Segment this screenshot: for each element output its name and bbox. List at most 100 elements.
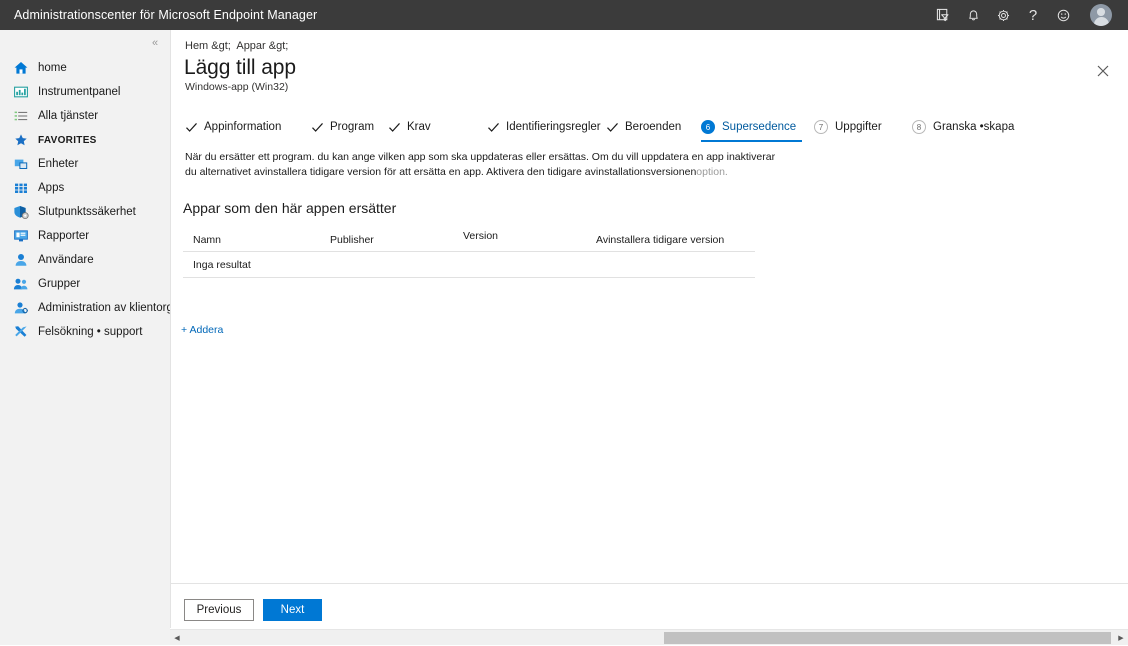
supersedence-description: När du ersätter ett program. du kan ange…	[185, 150, 785, 180]
sidebar-item-rapporter[interactable]: Rapporter	[0, 224, 170, 248]
tab-label: Appinformation	[204, 121, 281, 133]
add-app-blade: Hem &gt; Appar &gt; Lägg till app Window…	[170, 30, 1128, 628]
tab-step-badge: 6	[701, 120, 715, 134]
sidebar-item-label: home	[38, 62, 67, 74]
tab-label: Granska •skapa	[933, 121, 1014, 133]
wizard-tablist: Appinformation Program Krav Identifierin…	[185, 112, 1115, 142]
sidebar: « home Instrumentpanel	[0, 30, 170, 645]
sidebar-item-enheter[interactable]: Enheter	[0, 152, 170, 176]
add-app-link[interactable]: + Addera	[181, 324, 223, 336]
tab-krav[interactable]: Krav	[388, 112, 447, 142]
apps-grid-icon	[12, 180, 29, 197]
horizontal-scrollbar[interactable]: ◀ ▶	[170, 629, 1128, 645]
scroll-left-arrow-icon[interactable]: ◀	[170, 630, 184, 646]
page-subtitle: Windows-app (Win32)	[185, 81, 288, 93]
feedback-smiley-icon[interactable]	[1048, 0, 1078, 30]
sidebar-item-felsokning-support[interactable]: Felsökning • support	[0, 320, 170, 344]
tab-program[interactable]: Program	[311, 112, 389, 142]
sidebar-item-grupper[interactable]: Grupper	[0, 272, 170, 296]
column-header-publisher[interactable]: Publisher	[330, 234, 374, 246]
sidebar-item-label: Alla tjänster	[38, 110, 98, 122]
tab-identifieringsregler[interactable]: Identifieringsregler	[487, 112, 611, 142]
cloud-shell-icon[interactable]	[928, 0, 958, 30]
sidebar-item-tenant-administration[interactable]: Administration av klientorganisation	[0, 296, 170, 320]
close-icon[interactable]	[1092, 60, 1114, 82]
user-avatar[interactable]	[1078, 0, 1124, 30]
tab-beroenden[interactable]: Beroenden	[606, 112, 694, 142]
notifications-bell-icon[interactable]	[958, 0, 988, 30]
sidebar-item-apps[interactable]: Apps	[0, 176, 170, 200]
sidebar-item-label: FAVORITES	[38, 135, 97, 146]
check-icon	[388, 121, 401, 134]
sidebar-item-label: Användare	[38, 254, 94, 266]
check-icon	[487, 121, 500, 134]
tab-underline	[701, 140, 802, 142]
tab-supersedence[interactable]: 6 Supersedence	[701, 112, 802, 142]
sidebar-item-label: Instrumentpanel	[38, 86, 120, 98]
topbar-icon-group: ?	[928, 0, 1124, 30]
help-question-glyph: ?	[1029, 8, 1037, 23]
dashboard-icon	[12, 84, 29, 101]
all-services-icon	[12, 108, 29, 125]
check-icon	[185, 121, 198, 134]
scroll-right-arrow-icon[interactable]: ▶	[1114, 630, 1128, 646]
tab-granska-skapa[interactable]: 8 Granska •skapa	[912, 112, 1022, 142]
sidebar-item-favorites[interactable]: FAVORITES	[0, 128, 170, 152]
sidebar-item-label: Rapporter	[38, 230, 89, 242]
tab-label: Krav	[407, 121, 431, 133]
home-icon	[12, 60, 29, 77]
supersedence-table: Namn Publisher Version Avinstallera tidi…	[183, 230, 755, 278]
endpoint-security-shield-icon	[12, 204, 29, 221]
devices-icon	[12, 156, 29, 173]
star-icon	[12, 132, 29, 149]
sidebar-item-instrumentpanel[interactable]: Instrumentpanel	[0, 80, 170, 104]
groups-icon	[12, 276, 29, 293]
sidebar-item-label: Administration av klientorganisation	[38, 302, 170, 314]
table-header-row: Namn Publisher Version Avinstallera tidi…	[183, 230, 755, 252]
tab-step-badge: 8	[912, 120, 926, 134]
table-row: Inga resultat	[183, 252, 755, 278]
breadcrumb[interactable]: Hem &gt; Appar &gt;	[185, 40, 288, 52]
footer-divider	[171, 583, 1128, 584]
tenant-administration-icon	[12, 300, 29, 317]
reports-icon	[12, 228, 29, 245]
sidebar-item-anvandare[interactable]: Användare	[0, 248, 170, 272]
avatar	[1090, 4, 1112, 26]
description-text: När du ersätter ett program. du kan ange…	[185, 151, 775, 178]
check-icon	[311, 121, 324, 134]
sidebar-item-slutpunktssakerhet[interactable]: Slutpunktssäkerhet	[0, 200, 170, 224]
sidebar-item-label: Grupper	[38, 278, 80, 290]
sidebar-item-alla-tjanster[interactable]: Alla tjänster	[0, 104, 170, 128]
tab-label: Program	[330, 121, 374, 133]
column-header-avinstallera-tidigare-version[interactable]: Avinstallera tidigare version	[596, 234, 724, 246]
help-question-icon[interactable]: ?	[1018, 0, 1048, 30]
tab-label: Identifieringsregler	[506, 121, 601, 133]
sidebar-item-label: Enheter	[38, 158, 78, 170]
troubleshooting-wrench-icon	[12, 324, 29, 341]
previous-button[interactable]: Previous	[184, 599, 254, 621]
top-app-bar: Administrationscenter för Microsoft Endp…	[0, 0, 1128, 30]
sidebar-item-label: Apps	[38, 182, 64, 194]
column-header-version[interactable]: Version	[463, 230, 498, 242]
next-button[interactable]: Next	[263, 599, 322, 621]
sidebar-collapse-icon[interactable]: «	[144, 32, 166, 54]
scrollbar-thumb[interactable]	[664, 632, 1111, 644]
table-empty-message: Inga resultat	[183, 259, 251, 271]
page-title: Lägg till app	[184, 56, 296, 80]
tab-label: Supersedence	[722, 121, 796, 133]
section-heading: Appar som den här appen ersätter	[183, 200, 396, 216]
app-title: Administrationscenter för Microsoft Endp…	[14, 8, 317, 22]
check-icon	[606, 121, 619, 134]
sidebar-item-home[interactable]: home	[0, 56, 170, 80]
tab-uppgifter[interactable]: 7 Uppgifter	[814, 112, 894, 142]
sidebar-item-label: Felsökning • support	[38, 326, 142, 338]
description-muted-suffix: option.	[696, 166, 728, 178]
users-icon	[12, 252, 29, 269]
tab-appinformation[interactable]: Appinformation	[185, 112, 297, 142]
column-header-namn[interactable]: Namn	[193, 234, 221, 246]
sidebar-nav: home Instrumentpanel	[0, 56, 170, 344]
tab-label: Beroenden	[625, 121, 681, 133]
tab-step-badge: 7	[814, 120, 828, 134]
scrollbar-track[interactable]	[184, 630, 1114, 646]
settings-gear-icon[interactable]	[988, 0, 1018, 30]
